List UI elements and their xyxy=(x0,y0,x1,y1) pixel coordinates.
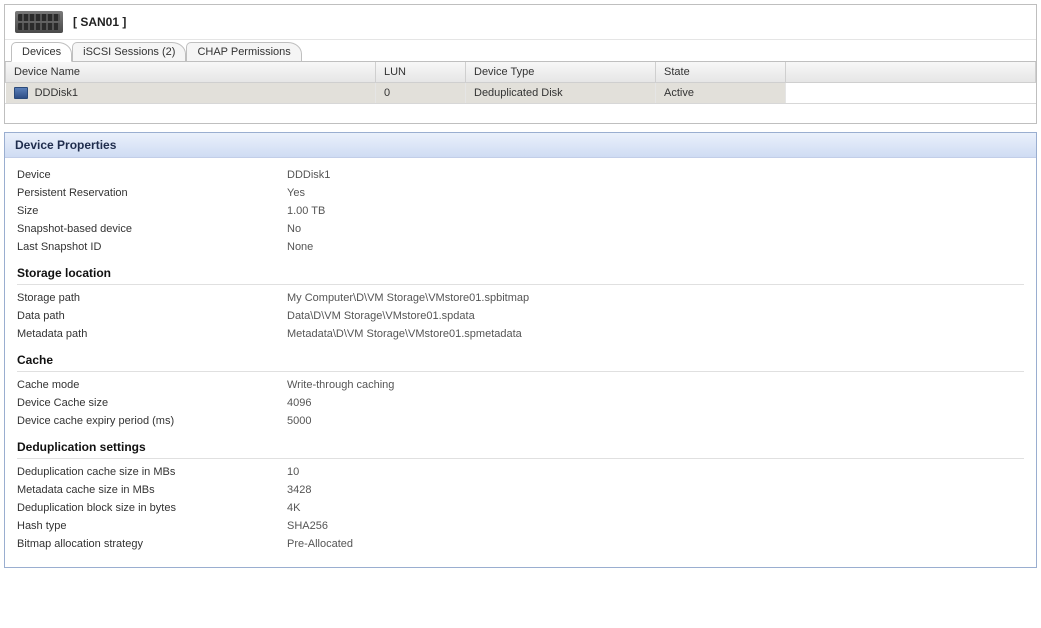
prop-value: Data\D\VM Storage\VMstore01.spdata xyxy=(287,310,1024,322)
cell-state: Active xyxy=(656,83,786,104)
prop-label: Persistent Reservation xyxy=(17,187,287,199)
prop-size: Size 1.00 TB xyxy=(17,202,1024,220)
prop-value: SHA256 xyxy=(287,520,1024,532)
prop-label: Device cache expiry period (ms) xyxy=(17,415,287,427)
prop-data-path: Data path Data\D\VM Storage\VMstore01.sp… xyxy=(17,307,1024,325)
device-properties-panel: Device Properties Device DDDisk1 Persist… xyxy=(4,132,1037,568)
prop-value: Metadata\D\VM Storage\VMstore01.spmetada… xyxy=(287,328,1024,340)
tab-iscsi-sessions[interactable]: iSCSI Sessions (2) xyxy=(72,42,186,61)
prop-label: Size xyxy=(17,205,287,217)
prop-label: Storage path xyxy=(17,292,287,304)
prop-label: Metadata cache size in MBs xyxy=(17,484,287,496)
prop-cache-mode: Cache mode Write-through caching xyxy=(17,376,1024,394)
prop-hash-type: Hash type SHA256 xyxy=(17,517,1024,535)
prop-label: Deduplication block size in bytes xyxy=(17,502,287,514)
prop-persistent-reservation: Persistent Reservation Yes xyxy=(17,184,1024,202)
props-title: Device Properties xyxy=(5,133,1036,158)
prop-value: 4K xyxy=(287,502,1024,514)
prop-dedup-block-bytes: Deduplication block size in bytes 4K xyxy=(17,499,1024,517)
prop-value: Write-through caching xyxy=(287,379,1024,391)
section-storage-location: Storage location xyxy=(17,256,1024,285)
panel-title: [ SAN01 ] xyxy=(73,15,126,29)
table-row[interactable]: DDDisk1 0 Deduplicated Disk Active xyxy=(6,83,1036,104)
prop-value: 5000 xyxy=(287,415,1024,427)
prop-value: 4096 xyxy=(287,397,1024,409)
prop-label: Hash type xyxy=(17,520,287,532)
prop-value: 10 xyxy=(287,466,1024,478)
tab-devices[interactable]: Devices xyxy=(11,42,72,62)
prop-value: 3428 xyxy=(287,484,1024,496)
prop-last-snapshot-id: Last Snapshot ID None xyxy=(17,238,1024,256)
device-table-wrap: Device Name LUN Device Type State DDDisk… xyxy=(5,61,1036,123)
table-empty-area xyxy=(5,103,1036,123)
tab-chap-permissions[interactable]: CHAP Permissions xyxy=(186,42,301,61)
prop-value: Pre-Allocated xyxy=(287,538,1024,550)
prop-label: Cache mode xyxy=(17,379,287,391)
prop-cache-expiry: Device cache expiry period (ms) 5000 xyxy=(17,412,1024,430)
prop-value: Yes xyxy=(287,187,1024,199)
prop-device: Device DDDisk1 xyxy=(17,166,1024,184)
col-device-name[interactable]: Device Name xyxy=(6,62,376,83)
prop-value: 1.00 TB xyxy=(287,205,1024,217)
prop-value: No xyxy=(287,223,1024,235)
prop-label: Device Cache size xyxy=(17,397,287,409)
prop-storage-path: Storage path My Computer\D\VM Storage\VM… xyxy=(17,289,1024,307)
prop-value: My Computer\D\VM Storage\VMstore01.spbit… xyxy=(287,292,1024,304)
cell-spacer xyxy=(786,83,1036,104)
prop-label: Snapshot-based device xyxy=(17,223,287,235)
prop-label: Device xyxy=(17,169,287,181)
col-spacer xyxy=(786,62,1036,83)
disk-icon xyxy=(14,87,28,99)
prop-label: Metadata path xyxy=(17,328,287,340)
prop-metadata-path: Metadata path Metadata\D\VM Storage\VMst… xyxy=(17,325,1024,343)
server-icon xyxy=(15,11,63,33)
prop-snapshot-based: Snapshot-based device No xyxy=(17,220,1024,238)
prop-label: Data path xyxy=(17,310,287,322)
prop-value: None xyxy=(287,241,1024,253)
col-device-type[interactable]: Device Type xyxy=(466,62,656,83)
device-table: Device Name LUN Device Type State DDDisk… xyxy=(5,62,1036,103)
prop-label: Deduplication cache size in MBs xyxy=(17,466,287,478)
device-panel: [ SAN01 ] Devices iSCSI Sessions (2) CHA… xyxy=(4,4,1037,124)
cell-lun: 0 xyxy=(376,83,466,104)
prop-bitmap-strategy: Bitmap allocation strategy Pre-Allocated xyxy=(17,535,1024,553)
prop-cache-size: Device Cache size 4096 xyxy=(17,394,1024,412)
prop-label: Bitmap allocation strategy xyxy=(17,538,287,550)
table-header-row: Device Name LUN Device Type State xyxy=(6,62,1036,83)
section-dedup: Deduplication settings xyxy=(17,430,1024,459)
col-lun[interactable]: LUN xyxy=(376,62,466,83)
cell-device-name: DDDisk1 xyxy=(6,83,376,104)
prop-label: Last Snapshot ID xyxy=(17,241,287,253)
col-state[interactable]: State xyxy=(656,62,786,83)
prop-dedup-cache-mb: Deduplication cache size in MBs 10 xyxy=(17,463,1024,481)
cell-device-type: Deduplicated Disk xyxy=(466,83,656,104)
tab-bar: Devices iSCSI Sessions (2) CHAP Permissi… xyxy=(5,42,1036,61)
prop-value: DDDisk1 xyxy=(287,169,1024,181)
section-cache: Cache xyxy=(17,343,1024,372)
cell-device-name-text: DDDisk1 xyxy=(35,87,78,99)
panel-header: [ SAN01 ] xyxy=(5,5,1036,40)
props-body: Device DDDisk1 Persistent Reservation Ye… xyxy=(5,158,1036,567)
prop-meta-cache-mb: Metadata cache size in MBs 3428 xyxy=(17,481,1024,499)
